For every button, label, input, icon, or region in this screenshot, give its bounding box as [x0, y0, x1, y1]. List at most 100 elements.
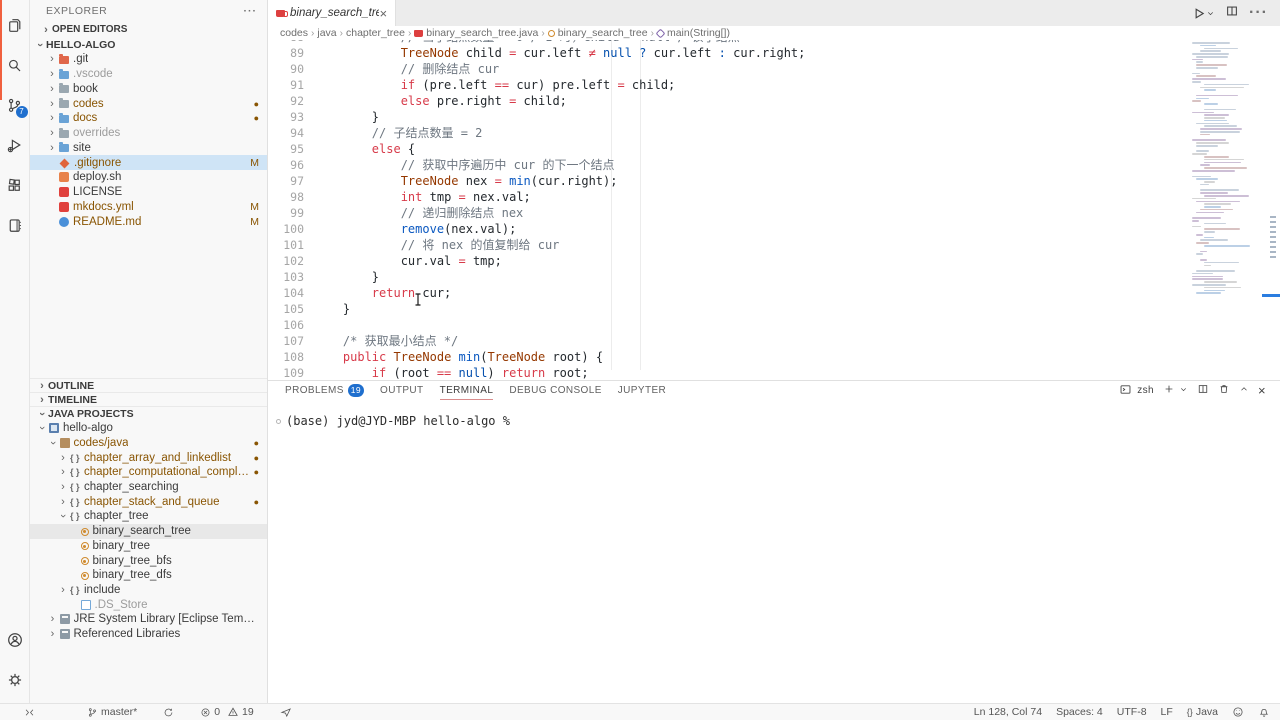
panel-tab-problems[interactable]: PROBLEMS19: [285, 381, 364, 400]
timeline-section[interactable]: › TIMELINE: [30, 392, 267, 406]
breadcrumb-item[interactable]: binary_search_tree: [548, 27, 648, 39]
maximize-panel-icon[interactable]: [1239, 384, 1249, 397]
file-row[interactable]: ›site: [30, 141, 267, 156]
code-line[interactable]: 103 }: [268, 269, 1280, 285]
language-mode[interactable]: {} Java: [1187, 706, 1218, 718]
file-row[interactable]: ›docs●: [30, 111, 267, 126]
outline-section[interactable]: › OUTLINE: [30, 378, 267, 392]
explorer-icon[interactable]: [0, 8, 30, 42]
code-editor[interactable]: 88 // 当子结点数量 = 0 / 1 时，child = null / 该子…: [268, 40, 1280, 380]
tab-binary-search-tree[interactable]: binary_search_tree.java ×: [268, 0, 396, 26]
java-project-row[interactable]: ›hello-algo: [30, 421, 267, 436]
kill-terminal-icon[interactable]: [1218, 383, 1230, 398]
java-project-row[interactable]: ›{ }chapter_stack_and_queue●: [30, 494, 267, 509]
java-project-row[interactable]: ›{ }chapter_tree: [30, 509, 267, 524]
extensions-icon[interactable]: [0, 168, 30, 202]
tab-close-icon[interactable]: ×: [379, 7, 387, 20]
file-row[interactable]: deploy.sh: [30, 170, 267, 185]
file-row[interactable]: README.mdM: [30, 214, 267, 229]
terminal-dropdown-icon[interactable]: [1179, 385, 1188, 397]
settings-gear-icon[interactable]: [0, 663, 30, 697]
sync-icon[interactable]: [163, 707, 174, 718]
code-line[interactable]: 92 else pre.right = child;: [268, 93, 1280, 109]
editor-more-actions-icon[interactable]: ···: [1249, 4, 1268, 22]
problems-item[interactable]: 0 19: [200, 706, 254, 718]
cursor-position[interactable]: Ln 128, Col 74: [974, 706, 1042, 718]
breadcrumb-item[interactable]: chapter_tree: [346, 27, 405, 39]
code-line[interactable]: 108 public TreeNode min(TreeNode root) {: [268, 349, 1280, 365]
java-project-row[interactable]: ›{ }include: [30, 583, 267, 598]
java-project-row[interactable]: .DS_Store: [30, 597, 267, 612]
code-line[interactable]: 95 else {: [268, 141, 1280, 157]
java-project-row[interactable]: binary_search_tree: [30, 524, 267, 539]
code-line[interactable]: 100 remove(nex.val);: [268, 221, 1280, 237]
launch-icon[interactable]: [280, 706, 292, 718]
code-line[interactable]: 94 // 子结点数量 = 2: [268, 125, 1280, 141]
java-project-row[interactable]: binary_tree_bfs: [30, 553, 267, 568]
encoding[interactable]: UTF-8: [1117, 706, 1147, 718]
java-project-row[interactable]: ›JRE System Library [Eclipse Temurin 17 …: [30, 612, 267, 627]
code-line[interactable]: 97 TreeNode nex = min(cur.right);: [268, 173, 1280, 189]
code-line[interactable]: 96 // 获取中序遍历中 cur 的下一个结点: [268, 157, 1280, 173]
file-row[interactable]: ›.git: [30, 52, 267, 67]
source-control-icon[interactable]: 7: [0, 88, 30, 122]
minimap[interactable]: [1190, 42, 1256, 342]
root-folder-section[interactable]: › HELLO-ALGO: [30, 37, 267, 52]
code-text: if (pre.left == cur) pre.left = child;: [314, 77, 1280, 93]
file-row[interactable]: ›overrides: [30, 126, 267, 141]
code-line[interactable]: 93 }: [268, 109, 1280, 125]
panel-tab-terminal[interactable]: TERMINAL: [440, 381, 494, 400]
terminal-content[interactable]: (base) jyd@JYD-MBP hello-algo %: [276, 414, 1280, 428]
java-project-row[interactable]: ›Referenced Libraries: [30, 627, 267, 642]
breadcrumb-item[interactable]: binary_search_tree.java: [414, 27, 538, 39]
java-projects-section[interactable]: › JAVA PROJECTS: [30, 406, 267, 421]
split-editor-icon[interactable]: [1225, 4, 1239, 23]
file-row[interactable]: ›book: [30, 82, 267, 97]
code-line[interactable]: 102 cur.val = tmp;: [268, 253, 1280, 269]
file-row[interactable]: mkdocs.ymlM: [30, 200, 267, 215]
code-line[interactable]: 107 /* 获取最小结点 */: [268, 333, 1280, 349]
panel-tab-debug-console[interactable]: DEBUG CONSOLE: [509, 381, 601, 400]
shell-label[interactable]: zsh: [1137, 385, 1154, 396]
code-line[interactable]: 90 // 删除结点 cur: [268, 61, 1280, 77]
file-row[interactable]: ›.vscode: [30, 67, 267, 82]
file-row[interactable]: LICENSE: [30, 185, 267, 200]
new-terminal-icon[interactable]: [1163, 383, 1175, 398]
notifications-bell-icon[interactable]: [1258, 706, 1270, 718]
java-project-row[interactable]: ›{ }chapter_searching: [30, 480, 267, 495]
eol-sequence[interactable]: LF: [1161, 706, 1173, 718]
run-button[interactable]: [1191, 6, 1215, 21]
close-panel-icon[interactable]: ×: [1258, 384, 1266, 397]
code-line[interactable]: 89 TreeNode child = cur.left ≠ null ? cu…: [268, 45, 1280, 61]
java-project-row[interactable]: binary_tree: [30, 539, 267, 554]
notebook-icon[interactable]: [0, 208, 30, 242]
terminal-shell-icon[interactable]: [1119, 383, 1132, 399]
breadcrumb-item[interactable]: main(String[]): [657, 27, 730, 39]
code-line[interactable]: 109 if (root == null) return root;: [268, 365, 1280, 380]
remote-indicator[interactable]: [24, 707, 35, 718]
file-row[interactable]: .gitignoreM: [30, 155, 267, 170]
breadcrumb-item[interactable]: codes: [280, 27, 308, 39]
code-line[interactable]: 91 if (pre.left == cur) pre.left = child…: [268, 77, 1280, 93]
code-line[interactable]: 98 int tmp = nex.val;: [268, 189, 1280, 205]
code-line[interactable]: 99 // 递归删除结点 nex: [268, 205, 1280, 221]
git-branch-item[interactable]: master*: [87, 706, 137, 718]
breadcrumb-item[interactable]: java: [317, 27, 336, 39]
feedback-smiley-icon[interactable]: [1232, 706, 1244, 718]
account-icon[interactable]: [0, 623, 30, 657]
explorer-more-actions-icon[interactable]: ···: [244, 5, 258, 17]
indentation[interactable]: Spaces: 4: [1056, 706, 1103, 718]
split-terminal-icon[interactable]: [1197, 383, 1209, 398]
java-project-row[interactable]: ›{ }chapter_computational_complexity●: [30, 465, 267, 480]
panel-tab-output[interactable]: OUTPUT: [380, 381, 424, 400]
java-project-row[interactable]: ›{ }chapter_array_and_linkedlist●: [30, 450, 267, 465]
java-project-row[interactable]: binary_tree_dfs: [30, 568, 267, 583]
code-line[interactable]: 101 // 将 nex 的值复制给 cur: [268, 237, 1280, 253]
open-editors-section[interactable]: › OPEN EDITORS: [30, 22, 267, 37]
run-debug-icon[interactable]: [0, 128, 30, 162]
code-line[interactable]: 106: [268, 317, 1280, 333]
java-project-row[interactable]: ›codes/java●: [30, 436, 267, 451]
panel-tab-jupyter[interactable]: JUPYTER: [618, 381, 666, 400]
search-icon[interactable]: [0, 48, 30, 82]
file-row[interactable]: ›codes●: [30, 96, 267, 111]
